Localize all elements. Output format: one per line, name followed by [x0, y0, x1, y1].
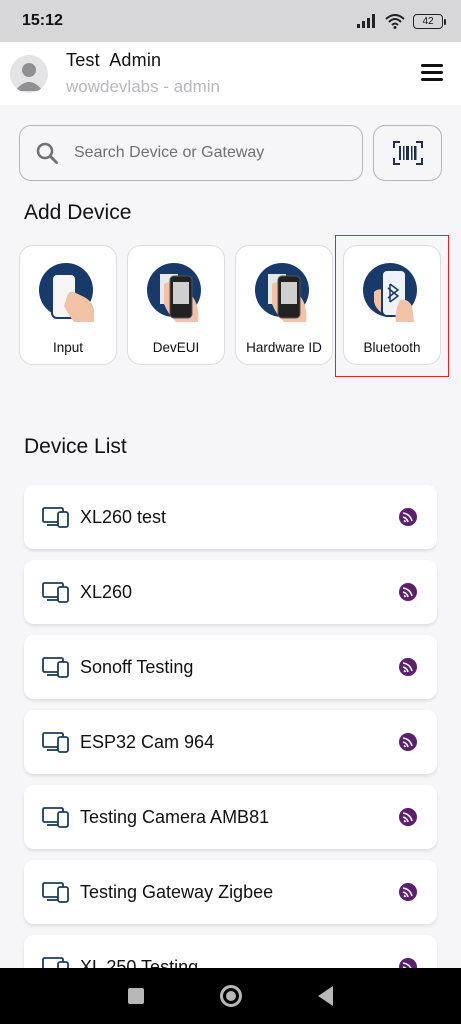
add-device-option-label: Input: [52, 340, 84, 355]
devices-icon: [42, 507, 69, 528]
status-bar: 15:12 42: [0, 0, 461, 42]
signal-icon: [357, 14, 375, 28]
status-time: 15:12: [22, 12, 63, 29]
device-row[interactable]: XL260 test: [24, 485, 437, 549]
devices-icon: [42, 657, 69, 678]
user-name: Test Admin: [66, 50, 162, 70]
app-screen: 15:12 42 Test Admin wowdevlabs - admin S…: [0, 0, 461, 1024]
add-device-option-label: Hardware ID: [246, 340, 322, 355]
user-info: Test Admin wowdevlabs - admin: [66, 50, 220, 97]
system-nav-bar: [0, 968, 461, 1024]
search-icon: [36, 142, 58, 164]
app-header: Test Admin wowdevlabs - admin: [0, 42, 461, 105]
device-name: Testing Camera AMB81: [80, 806, 270, 827]
add-device-input-card[interactable]: Input: [19, 245, 117, 365]
device-name: XL260: [80, 581, 133, 602]
status-icons: 42: [357, 13, 446, 29]
hamburger-menu-icon[interactable]: [421, 64, 443, 82]
add-device-bluetooth-card[interactable]: Bluetooth: [343, 245, 441, 365]
phone-scan-icon: [146, 260, 206, 324]
devices-icon: [42, 732, 69, 753]
phone-tap-icon: [38, 260, 98, 324]
user-avatar-icon: [15, 62, 43, 91]
device-status-icon: [399, 733, 417, 751]
home-circle-icon[interactable]: [220, 985, 242, 1007]
devices-icon: [42, 807, 69, 828]
add-device-option-label: Bluetooth: [363, 340, 421, 355]
battery-level: 42: [422, 15, 434, 27]
device-row[interactable]: Testing Camera AMB81: [24, 785, 437, 849]
add-device-deveui-card[interactable]: DevEUI: [127, 245, 225, 365]
avatar[interactable]: [10, 54, 48, 93]
bluetooth-phone-icon: [362, 260, 422, 324]
devices-icon: [42, 882, 69, 903]
device-status-icon: [399, 508, 417, 526]
device-status-icon: [399, 808, 417, 826]
recents-square-icon[interactable]: [128, 988, 144, 1004]
barcode-scan-button[interactable]: [373, 125, 442, 181]
device-status-icon: [399, 658, 417, 676]
barcode-scan-icon: [392, 141, 423, 165]
device-name: ESP32 Cam 964: [80, 731, 215, 752]
device-name: Testing Gateway Zigbee: [80, 881, 274, 902]
battery-icon: 42: [413, 13, 446, 29]
device-name: Sonoff Testing: [80, 656, 194, 677]
device-row[interactable]: Testing Gateway Zigbee: [24, 860, 437, 924]
search-box[interactable]: [19, 125, 363, 181]
device-row[interactable]: XL260: [24, 560, 437, 624]
device-row[interactable]: Sonoff Testing: [24, 635, 437, 699]
phone-scan-icon: [254, 260, 314, 324]
search-input[interactable]: [74, 144, 344, 162]
add-device-option-label: DevEUI: [152, 340, 200, 355]
back-triangle-icon[interactable]: [318, 986, 333, 1006]
org-name: wowdevlabs - admin: [66, 77, 221, 96]
device-name: XL260 test: [80, 506, 167, 527]
device-status-icon: [399, 583, 417, 601]
devices-icon: [42, 582, 69, 603]
device-status-icon: [399, 883, 417, 901]
device-list-title: Device List: [24, 435, 127, 458]
add-device-hardware-id-card[interactable]: Hardware ID: [235, 245, 333, 365]
add-device-title: Add Device: [24, 201, 132, 224]
wifi-icon: [385, 13, 405, 29]
device-row[interactable]: ESP32 Cam 964: [24, 710, 437, 774]
